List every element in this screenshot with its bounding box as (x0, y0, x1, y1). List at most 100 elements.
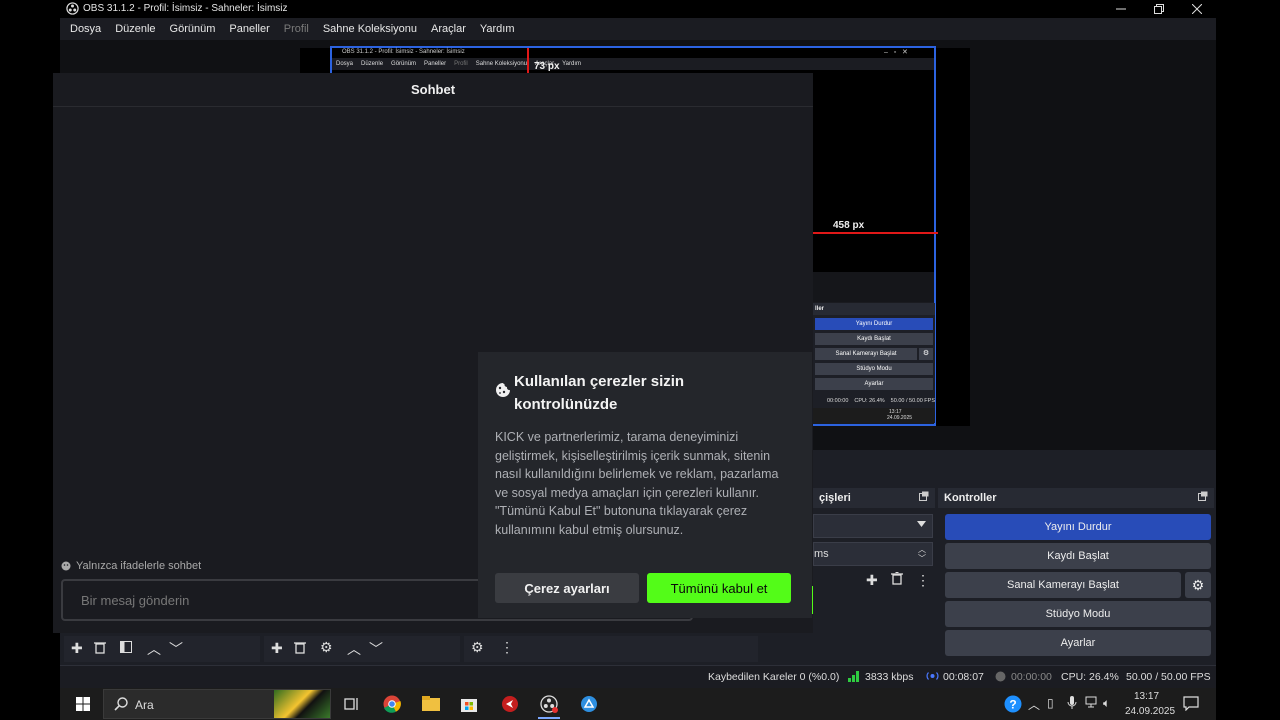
trash-icon[interactable] (891, 572, 903, 585)
volume-icon[interactable]: 🔈︎ (1103, 696, 1110, 711)
undock-icon[interactable] (919, 491, 929, 501)
inner-fps: 50.00 / 50.00 FPS (890, 398, 936, 404)
bitrate: 3833 kbps (865, 671, 914, 683)
inner-studio-mode: Stüdyo Modu (815, 363, 933, 375)
controls-dock-header: Kontroller (938, 488, 1214, 508)
menu-bar: Dosya Düzenle Görünüm Paneller Profil Sa… (60, 18, 1216, 40)
add-scene-icon[interactable]: ✚ (71, 640, 83, 657)
inner-gear-icon: ⚙ (919, 348, 933, 360)
inner-menu-duzenle: Düzenle (361, 61, 384, 67)
source-down-icon[interactable]: ﹀ (369, 639, 383, 659)
transition-select[interactable] (813, 514, 933, 538)
source-properties-gear-icon[interactable]: ⚙ (320, 639, 333, 656)
settings-button[interactable]: Ayarlar (945, 630, 1211, 656)
more-vertical-icon[interactable]: ⋮ (916, 572, 930, 589)
search-highlight-image (274, 690, 330, 718)
source-up-icon[interactable]: ︿ (347, 639, 361, 659)
emote-only-label: Yalnızca ifadelerle sohbet (76, 560, 202, 572)
dropped-frames: Kaybedilen Kareler 0 (%0.0) (708, 671, 840, 683)
device-icon[interactable]: ▯ (1047, 696, 1054, 710)
virtual-camera-settings-button[interactable]: ⚙ (1185, 572, 1211, 598)
move-down-icon[interactable]: ﹀ (169, 639, 183, 659)
menu-profil[interactable]: Profil (284, 23, 309, 35)
clock-date: 24.09.2025 (1125, 706, 1176, 717)
signal-bars-icon (848, 670, 860, 682)
start-virtual-camera-button[interactable]: Sanal Kamerayı Başlat (945, 572, 1181, 598)
scene-filter-icon[interactable] (120, 641, 132, 653)
fps: 50.00 / 50.00 FPS (1126, 671, 1211, 683)
add-source-icon[interactable]: ✚ (271, 640, 283, 657)
cookie-title: Kullanılan çerezler sizin kontrolünüzde (514, 373, 685, 413)
network-icon[interactable] (1085, 696, 1099, 708)
chevron-up-icon[interactable]: ︿ (1028, 696, 1040, 713)
inner-controls-header: ller (813, 303, 935, 315)
advanced-audio-gear-icon[interactable]: ⚙ (471, 639, 484, 656)
inner-taskbar: 13:17 24.09.2025 (813, 408, 935, 423)
chrome-icon[interactable] (383, 695, 401, 713)
spin-arrows-icon[interactable]: ︿ ﹀ (918, 545, 926, 563)
menu-araclar[interactable]: Araçlar (431, 23, 466, 35)
svg-text:?: ? (1009, 698, 1016, 712)
menu-duzenle[interactable]: Düzenle (115, 23, 155, 35)
status-bar: Kaybedilen Kareler 0 (%0.0) 3833 kbps 00… (60, 665, 1216, 688)
task-view-icon[interactable] (344, 696, 360, 712)
minimize-button[interactable] (1102, 0, 1140, 18)
inner-controls-dock: ller Yayını Durdur Kaydı Başlat Sanal Ka… (813, 303, 935, 423)
restore-button[interactable] (1140, 0, 1178, 18)
emote-only-notice: Yalnızca ifadelerle sohbet (61, 560, 201, 572)
add-icon[interactable]: ✚ (866, 572, 878, 589)
chevron-down-icon (917, 521, 926, 527)
cookie-body: KICK ve partnerlerimiz, tarama deneyimin… (495, 430, 779, 537)
app-red-icon[interactable] (501, 695, 519, 713)
cookie-consent-dialog: Kullanılan çerezler sizin kontrolünüzde … (478, 352, 812, 618)
more-vertical-icon[interactable]: ⋮ (500, 639, 514, 656)
record-time: 00:00:00 (1011, 671, 1052, 683)
file-explorer-icon[interactable] (422, 696, 440, 711)
move-up-icon[interactable]: ︿ (147, 639, 161, 659)
duration-unit: ms (814, 548, 829, 560)
search-label: Ara (135, 698, 154, 712)
measure-label-right: 458 px (833, 220, 865, 231)
menu-dosya[interactable]: Dosya (70, 23, 101, 35)
preview-black-bar (938, 48, 970, 426)
inner-date: 24.09.2025 (887, 415, 913, 421)
close-button[interactable] (1178, 0, 1216, 18)
chat-title: Sohbet (53, 73, 813, 107)
windows-start-icon[interactable] (76, 697, 90, 711)
inner-menu-sahne: Sahne Koleksiyonu (475, 61, 528, 67)
notifications-icon[interactable] (1183, 696, 1199, 711)
menu-paneller[interactable]: Paneller (229, 23, 269, 35)
record-dot-icon (995, 671, 1006, 682)
app-blue-icon[interactable] (580, 695, 598, 713)
inner-rec-time: 00:00:00 (827, 398, 849, 404)
taskbar-search[interactable]: Ara (103, 689, 331, 719)
measure-line-vertical (527, 48, 529, 73)
stream-time: 00:08:07 (943, 671, 984, 683)
cookie-settings-button[interactable]: Çerez ayarları (495, 573, 639, 603)
menu-gorunum[interactable]: Görünüm (170, 23, 216, 35)
undock-icon[interactable] (1198, 491, 1208, 501)
start-recording-button[interactable]: Kaydı Başlat (945, 543, 1211, 569)
menu-yardim[interactable]: Yardım (480, 23, 515, 35)
menu-sahne-koleksiyonu[interactable]: Sahne Koleksiyonu (323, 23, 417, 35)
cpu-usage: CPU: 26.4% (1061, 671, 1119, 683)
remove-source-icon[interactable] (294, 641, 306, 654)
stop-stream-button[interactable]: Yayını Durdur (945, 514, 1211, 540)
inner-start-rec: Kaydı Başlat (815, 333, 933, 345)
microphone-icon[interactable] (1067, 696, 1077, 710)
duration-spinbox[interactable]: ms ︿ ﹀ (813, 542, 933, 566)
inner-menu-yardim: Yardım (562, 61, 582, 67)
window-title: OBS 31.1.2 - Profil: İsimsiz - Sahneler:… (83, 3, 288, 14)
audio-dock-header: çişleri (813, 488, 935, 508)
accept-all-cookies-button[interactable]: Tümünü kabul et (647, 573, 791, 603)
inner-menu-gorunum: Görünüm (391, 61, 417, 67)
microsoft-store-icon[interactable] (460, 695, 478, 712)
studio-mode-button[interactable]: Stüdyo Modu (945, 601, 1211, 627)
inner-virtual-cam: Sanal Kamerayı Başlat (815, 348, 917, 360)
obs-logo-icon (66, 2, 79, 15)
obs-taskbar-icon[interactable] (540, 695, 558, 713)
help-icon[interactable]: ? (1004, 695, 1022, 713)
search-icon (114, 697, 128, 711)
audio-dock-title: çişleri (819, 492, 851, 504)
remove-scene-icon[interactable] (94, 641, 106, 654)
